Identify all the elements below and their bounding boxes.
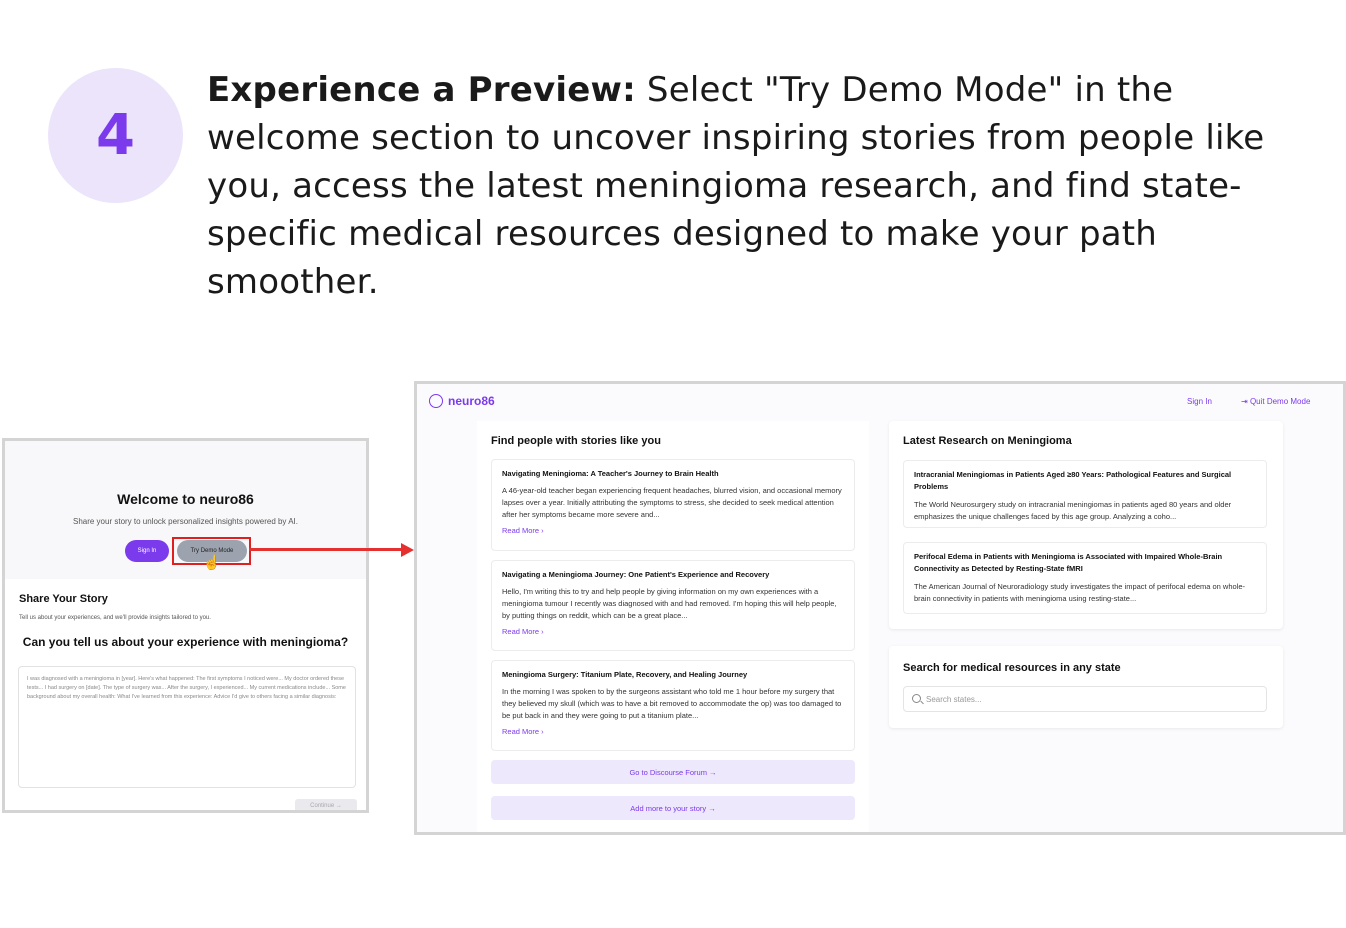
read-more-link[interactable]: Read More › — [502, 627, 844, 636]
stories-title: Find people with stories like you — [491, 435, 661, 447]
share-story-subtitle: Tell us about your experiences, and we'l… — [19, 615, 211, 621]
story-title: Meningioma Surgery: Titanium Plate, Reco… — [502, 670, 748, 679]
step-description: Experience a Preview: Select "Try Demo M… — [207, 66, 1317, 306]
state-search-input[interactable]: Search states... — [903, 686, 1267, 712]
brain-icon — [429, 394, 443, 408]
quit-demo-mode-link[interactable]: ⇥ Quit Demo Mode — [1241, 397, 1310, 406]
demo-mode-screenshot: neuro86 Sign In ⇥ Quit Demo Mode Find pe… — [414, 381, 1346, 835]
welcome-screenshot: Welcome to neuro86 Share your story to u… — [2, 438, 369, 813]
story-excerpt: A 46-year-old teacher began experiencing… — [502, 486, 842, 519]
discourse-forum-button[interactable]: Go to Discourse Forum → — [491, 760, 855, 784]
experience-question: Can you tell us about your experience wi… — [22, 635, 349, 649]
story-textarea[interactable]: I was diagnosed with a meningioma in [ye… — [18, 666, 356, 788]
research-card[interactable]: Perifocal Edema in Patients with Meningi… — [903, 542, 1267, 614]
story-excerpt: Hello, I'm writing this to try and help … — [502, 587, 837, 620]
research-title: Latest Research on Meningioma — [903, 435, 1072, 447]
welcome-subtitle: Share your story to unlock personalized … — [72, 517, 298, 526]
story-title: Navigating Meningioma: A Teacher's Journ… — [502, 469, 719, 478]
welcome-title: Welcome to neuro86 — [117, 491, 254, 507]
quit-demo-label: Quit Demo Mode — [1249, 397, 1311, 406]
research-card[interactable]: Intracranial Meningiomas in Patients Age… — [903, 460, 1267, 528]
step-bold-lead: Experience a Preview: — [207, 70, 636, 110]
search-icon — [912, 694, 921, 703]
continue-button[interactable]: Continue → — [295, 799, 357, 810]
step-number-badge: 4 — [48, 68, 183, 203]
exit-icon: ⇥ — [1241, 397, 1250, 406]
story-card[interactable]: Navigating a Meningioma Journey: One Pat… — [491, 560, 855, 651]
resources-title: Search for medical resources in any stat… — [903, 662, 1121, 674]
nav-sign-in-link[interactable]: Sign In — [1187, 397, 1212, 406]
add-story-button[interactable]: Add more to your story → — [491, 796, 855, 820]
research-paper-title: Perifocal Edema in Patients with Meningi… — [914, 552, 1223, 573]
welcome-section: Welcome to neuro86 Share your story to u… — [5, 441, 366, 579]
story-excerpt: In the morning I was spoken to by the su… — [502, 687, 842, 720]
research-summary: The World Neurosurgery study on intracra… — [914, 500, 1232, 521]
read-more-link[interactable]: Read More › — [502, 727, 844, 736]
share-story-title: Share Your Story — [19, 593, 108, 605]
brand-logo[interactable]: neuro86 — [429, 394, 495, 408]
story-card[interactable]: Navigating Meningioma: A Teacher's Journ… — [491, 459, 855, 551]
story-title: Navigating a Meningioma Journey: One Pat… — [502, 570, 770, 579]
research-paper-title: Intracranial Meningiomas in Patients Age… — [914, 470, 1232, 491]
pointer-arrow-line — [249, 548, 403, 551]
search-placeholder: Search states... — [926, 694, 982, 704]
read-more-link[interactable]: Read More › — [502, 526, 844, 535]
story-card[interactable]: Meningioma Surgery: Titanium Plate, Reco… — [491, 660, 855, 751]
research-summary: The American Journal of Neuroradiology s… — [914, 582, 1246, 603]
brand-name: neuro86 — [448, 394, 495, 408]
arrow-right-icon — [401, 543, 414, 557]
hand-cursor-icon: ☝ — [203, 554, 221, 570]
sign-in-button[interactable]: Sign In — [125, 540, 169, 562]
